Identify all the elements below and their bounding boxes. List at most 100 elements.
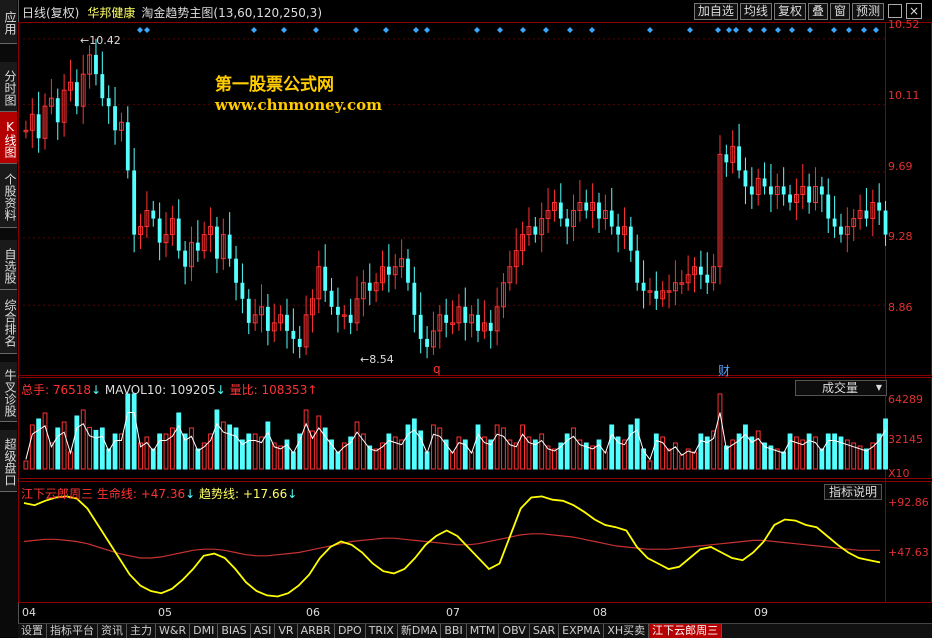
- indicator-tab-bar: 设置 指标平台 资讯 主力 W&R DMI BIAS ASI VR ARBR DPO TRIX 新DMA…: [18, 623, 932, 638]
- signal-diamond-marker: [474, 27, 480, 33]
- event-marker-finance[interactable]: 财: [718, 362, 730, 379]
- volume-bar: [29, 424, 35, 470]
- bottom-tab[interactable]: VR: [275, 624, 298, 638]
- indicator-name[interactable]: 江下云郎周三: [21, 487, 93, 501]
- volume-bar: [787, 433, 793, 470]
- signal-diamond-marker: [747, 27, 753, 33]
- candle-body: [176, 218, 181, 251]
- bottom-tab[interactable]: ASI: [251, 624, 276, 638]
- adjust-button[interactable]: 复权: [773, 3, 806, 20]
- sidebar-tab-apps[interactable]: 应用: [0, 0, 17, 44]
- candle-body: [743, 170, 748, 187]
- sidebar-tab-super-handicap[interactable]: 超级盘口: [0, 430, 17, 492]
- volume-indicator-dropdown[interactable]: 成交量 ▼: [795, 380, 887, 396]
- sidebar-tab-ranking[interactable]: 综合排名: [0, 290, 17, 354]
- candle-body: [323, 266, 328, 291]
- candle-body: [616, 226, 621, 235]
- signal-diamond-marker: [497, 27, 503, 33]
- signal-diamond-marker: [789, 27, 795, 33]
- price-tick: 10.52: [888, 18, 920, 31]
- window-button[interactable]: 窗: [829, 3, 850, 20]
- signal-diamond-marker: [861, 27, 867, 33]
- signal-diamond-marker: [775, 27, 781, 33]
- candle-body: [297, 338, 302, 347]
- candle-body: [762, 178, 767, 187]
- volume-bar: [819, 448, 825, 470]
- bottom-tab[interactable]: SAR: [530, 624, 560, 638]
- indicator-trendline: 趋势线: +17.66: [199, 487, 288, 501]
- volume-bar: [157, 433, 163, 470]
- bottom-tab[interactable]: OBV: [499, 624, 530, 638]
- bottom-tab[interactable]: 新DMA: [398, 624, 442, 638]
- price-tick: 9.69: [888, 160, 913, 173]
- volume-bar: [99, 427, 105, 470]
- candle-body: [100, 74, 105, 99]
- volume-bar: [692, 451, 697, 470]
- sidebar-tab-kline[interactable]: K线图: [0, 112, 17, 164]
- period-label[interactable]: 日线(复权): [22, 6, 79, 20]
- month-label: 06: [306, 606, 320, 619]
- indicator-help-button[interactable]: 指标说明: [824, 484, 882, 500]
- volume-bar: [61, 421, 67, 470]
- bottom-tab[interactable]: 主力: [127, 624, 156, 638]
- bottom-tab[interactable]: DPO: [335, 624, 366, 638]
- price-tick: 9.28: [888, 230, 913, 243]
- volume-bar: [666, 448, 672, 470]
- candle-body: [36, 114, 41, 139]
- sidebar-tab-diagnosis[interactable]: 牛叉诊股: [0, 362, 17, 422]
- bottom-tab[interactable]: XH买卖: [604, 624, 650, 638]
- sidebar-tab-watchlist[interactable]: 自选股: [0, 240, 17, 290]
- volume-bar: [609, 424, 615, 470]
- candle-body: [476, 314, 480, 331]
- close-icon[interactable]: ×: [906, 3, 922, 19]
- volume-bar: [698, 433, 704, 470]
- volume-bar: [265, 421, 271, 470]
- indicator-tick: +92.86: [888, 496, 929, 509]
- volume-bar: [227, 424, 233, 470]
- moving-average-button[interactable]: 均线: [739, 3, 772, 20]
- sidebar-tab-stock-info[interactable]: 个股资料: [0, 164, 17, 228]
- volume-bar: [106, 448, 112, 470]
- chart-canvas[interactable]: [18, 22, 932, 623]
- high-price-label: ←10.42: [80, 34, 121, 47]
- maximize-icon[interactable]: [888, 4, 902, 18]
- bottom-tab[interactable]: DMI: [190, 624, 219, 638]
- bottom-tab[interactable]: 指标平台: [47, 624, 98, 638]
- add-watchlist-button[interactable]: 加自选: [693, 3, 738, 20]
- candle-body: [488, 322, 493, 331]
- bottom-tab[interactable]: 江下云郎周三: [649, 624, 723, 638]
- bottom-tab[interactable]: 设置: [18, 624, 47, 638]
- month-label: 08: [593, 606, 607, 619]
- sidebar-tab-intraday[interactable]: 分时图: [0, 62, 17, 112]
- volume-bar: [36, 418, 42, 470]
- main-indicator-label[interactable]: 淘金趋势主图(13,60,120,250,3): [141, 6, 322, 20]
- candle-body: [641, 282, 646, 291]
- volume-bar: [647, 460, 653, 470]
- bottom-tab[interactable]: MTM: [467, 624, 500, 638]
- candle-body: [705, 274, 710, 283]
- candle-body: [406, 258, 410, 283]
- candle-body: [463, 306, 468, 323]
- bottom-tab[interactable]: W&R: [156, 624, 191, 638]
- candle-body: [584, 202, 589, 211]
- overlay-button[interactable]: 叠: [807, 3, 828, 20]
- volume-ratio: 量比: 108353: [229, 383, 308, 397]
- volume-bar: [252, 433, 258, 470]
- volume-bar: [214, 409, 220, 470]
- indicator-lifeline: 生命线: +47.36: [96, 487, 186, 501]
- forecast-button[interactable]: 预测: [851, 3, 884, 20]
- event-marker-q[interactable]: q: [433, 362, 441, 376]
- volume-bar: [743, 424, 748, 470]
- bottom-tab[interactable]: TRIX: [366, 624, 398, 638]
- volume-bar: [316, 415, 322, 470]
- price-tick: 10.11: [888, 89, 920, 102]
- candle-body: [291, 330, 296, 339]
- candle-body: [425, 338, 429, 347]
- bottom-tab[interactable]: BBI: [441, 624, 467, 638]
- volume-bar: [494, 424, 500, 470]
- signal-diamond-marker: [137, 27, 143, 33]
- bottom-tab[interactable]: 资讯: [98, 624, 127, 638]
- bottom-tab[interactable]: EXPMA: [559, 624, 605, 638]
- bottom-tab[interactable]: ARBR: [298, 624, 335, 638]
- bottom-tab[interactable]: BIAS: [218, 624, 251, 638]
